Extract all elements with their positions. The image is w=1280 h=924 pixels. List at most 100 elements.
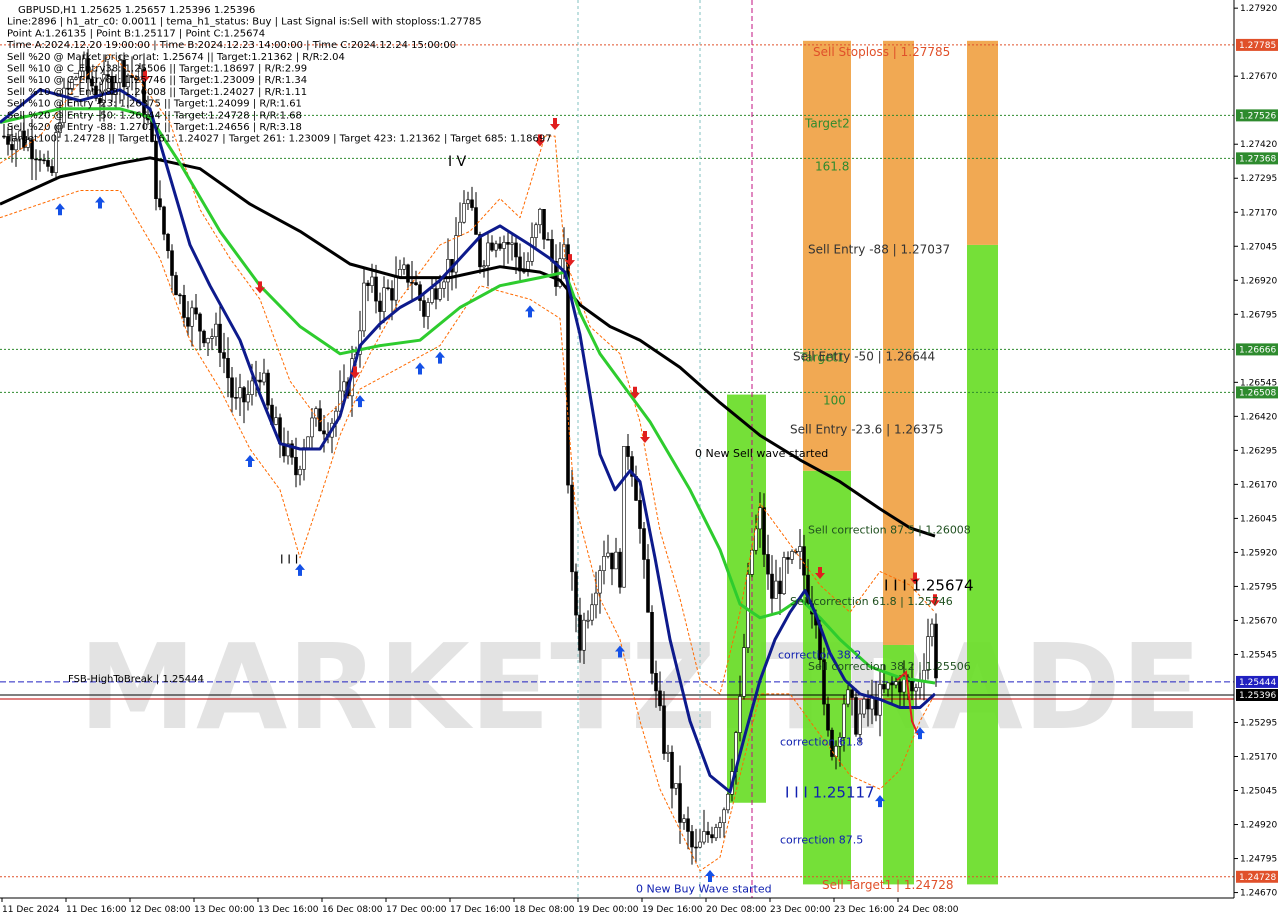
candle-body — [850, 689, 854, 698]
time-tick-label: 20 Dec 08:00 — [706, 905, 767, 915]
candle-body — [458, 221, 462, 236]
candle-body — [582, 619, 586, 651]
candle-body — [826, 703, 830, 731]
candle-body — [798, 546, 802, 552]
candle-body — [606, 552, 610, 557]
candle-body — [362, 282, 366, 332]
zone-label: Sell correction 61.8 | 1.25746 — [790, 595, 953, 608]
candle-body — [186, 317, 190, 327]
candle-body — [182, 294, 186, 318]
zone-label: Sell Entry -50 | 1.26644 — [793, 349, 935, 363]
candle-body — [370, 276, 374, 286]
price-tag-label: 1.25396 — [1239, 691, 1276, 701]
candle-body — [662, 705, 666, 754]
candle-body — [842, 703, 846, 738]
price-tick-label: 1.27920 — [1240, 4, 1277, 14]
candle-body — [894, 681, 898, 686]
candle-body — [786, 557, 790, 560]
candle-body — [614, 551, 618, 570]
price-tick-label: 1.25170 — [1240, 752, 1277, 762]
candle-body — [306, 436, 310, 448]
candle-body — [166, 233, 170, 252]
price-tick-label: 1.24670 — [1240, 889, 1277, 899]
annotation-label: I I I — [280, 552, 298, 566]
candle-body — [42, 159, 46, 162]
candle-body — [390, 288, 394, 301]
candle — [266, 369, 270, 410]
price-tick-label: 1.25295 — [1240, 718, 1277, 728]
candle-body — [718, 822, 722, 828]
sell-zone-bar — [883, 40, 914, 645]
candle — [622, 446, 626, 588]
info-line: Sell %10 @ C_Entry38: 1.25506 || Target:… — [7, 64, 307, 75]
candle-body — [618, 551, 622, 588]
candle-body — [162, 206, 166, 235]
candle-body — [178, 294, 182, 297]
price-tag-label: 1.27785 — [1239, 41, 1276, 51]
zone-label: Sell correction 38.2 | 1.25506 — [808, 660, 971, 673]
candle-body — [298, 469, 302, 476]
candle-body — [622, 446, 626, 588]
price-tick-label: 1.24920 — [1240, 821, 1277, 831]
candle-body — [514, 242, 518, 258]
candle-body — [846, 689, 850, 705]
candle-body — [434, 288, 438, 300]
candle-body — [194, 307, 198, 315]
candle-body — [474, 207, 478, 235]
candle-body — [442, 281, 446, 289]
candle-body — [726, 793, 730, 811]
candle-body — [890, 682, 894, 686]
price-chart[interactable]: MARKETZITRADE Sell Stoploss | 1.27785 Targ… — [0, 0, 1280, 920]
candle-body — [366, 282, 370, 286]
price-tag-label: 1.26508 — [1239, 388, 1276, 398]
candle-body — [546, 238, 550, 241]
candle-body — [402, 264, 406, 270]
time-tick-label: 17 Dec 00:00 — [386, 905, 447, 915]
price-tick-label: 1.26420 — [1240, 412, 1277, 422]
candle — [174, 271, 178, 296]
time-tick-label: 12 Dec 08:00 — [130, 905, 191, 915]
annotation-label: I V — [448, 154, 467, 170]
price-tick-label: 1.27045 — [1240, 242, 1277, 252]
candle — [618, 548, 622, 594]
candle-body — [658, 690, 662, 707]
candle-body — [502, 242, 506, 249]
candle-body — [266, 372, 270, 406]
candle-body — [510, 242, 514, 245]
time-tick-label: 19 Dec 16:00 — [642, 905, 703, 915]
candle-body — [422, 300, 426, 317]
price-tick-label: 1.26170 — [1240, 480, 1277, 490]
price-tick-label: 1.27170 — [1240, 208, 1277, 218]
time-tick-label: 19 Dec 00:00 — [578, 905, 639, 915]
candle-body — [242, 387, 246, 403]
price-tick-label: 1.26795 — [1240, 310, 1277, 320]
time-tick-label: 23 Dec 16:00 — [834, 905, 895, 915]
candle-body — [714, 827, 718, 839]
candle-body — [506, 242, 510, 245]
price-tick-label: 1.25670 — [1240, 616, 1277, 626]
candle-body — [322, 430, 326, 435]
zone-label: Sell Entry -23.6 | 1.26375 — [790, 423, 944, 437]
candle-body — [302, 447, 306, 470]
candle-body — [762, 507, 766, 555]
sell-zone-bar — [967, 40, 998, 245]
chart-root: MARKETZITRADE Sell Stoploss | 1.27785 Targ… — [0, 0, 1280, 920]
candle-body — [430, 288, 434, 303]
candle-body — [314, 408, 318, 419]
candle-body — [530, 237, 534, 262]
annotation-label: I I I 1.25117 — [785, 783, 875, 801]
candle-body — [170, 250, 174, 276]
annotation-label: 0 New Buy Wave started — [636, 883, 772, 896]
candle-body — [650, 612, 654, 674]
candle-body — [190, 307, 194, 327]
price-tag: 1.26666 — [1236, 343, 1278, 356]
price-tag-label: 1.27368 — [1239, 154, 1276, 164]
candle-body — [574, 571, 578, 616]
candle-body — [374, 276, 378, 302]
candle-body — [690, 831, 694, 848]
price-tick-label: 1.24795 — [1240, 855, 1277, 865]
candle-body — [638, 500, 642, 529]
zone-label: Target2 — [804, 116, 850, 130]
price-tag: 1.26508 — [1236, 386, 1278, 399]
candle-body — [770, 573, 774, 599]
